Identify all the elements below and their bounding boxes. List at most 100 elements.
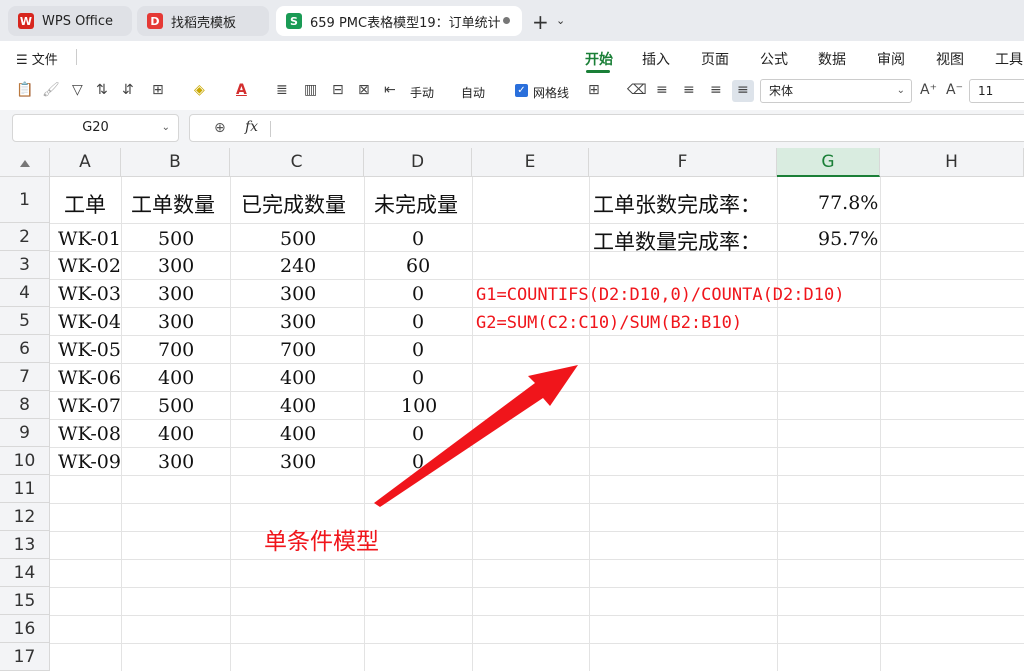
cell-a10[interactable]: WK-09 bbox=[58, 451, 121, 473]
cell-c7[interactable]: 400 bbox=[280, 367, 316, 389]
cell-d3[interactable]: 60 bbox=[406, 255, 430, 277]
cell-f2[interactable]: 工单数量完成率： bbox=[593, 226, 761, 256]
gridlines-checkbox[interactable]: ✓ bbox=[515, 84, 528, 97]
row-header-5[interactable]: 5 bbox=[0, 307, 50, 335]
cell-b6[interactable]: 700 bbox=[158, 339, 194, 361]
tab-insert[interactable]: 插入 bbox=[642, 49, 670, 69]
cell-b9[interactable]: 400 bbox=[158, 423, 194, 445]
align-center-icon[interactable]: ≡ bbox=[683, 82, 695, 98]
decrease-font-icon[interactable]: A⁻ bbox=[946, 82, 963, 98]
new-tab-plus-icon[interactable]: + bbox=[532, 10, 549, 34]
manual-button[interactable]: 手动 bbox=[410, 84, 434, 101]
row-header-4[interactable]: 4 bbox=[0, 279, 50, 307]
cell-b3[interactable]: 300 bbox=[158, 255, 194, 277]
chevron-down-icon[interactable]: ⌄ bbox=[556, 14, 565, 27]
tab-active-spreadsheet[interactable]: S 659 PMC表格模型19：订单统计分 bbox=[276, 6, 522, 36]
tab-home[interactable]: 开始 bbox=[585, 49, 613, 69]
column-header-f[interactable]: F bbox=[589, 148, 777, 177]
row-header-2[interactable]: 2 bbox=[0, 223, 50, 251]
sort-asc-icon[interactable]: ⇅ bbox=[96, 82, 108, 98]
cell-c2[interactable]: 500 bbox=[280, 228, 316, 250]
cell-b4[interactable]: 300 bbox=[158, 283, 194, 305]
cell-b8[interactable]: 500 bbox=[158, 395, 194, 417]
row-header-14[interactable]: 14 bbox=[0, 559, 50, 587]
cell-a4[interactable]: WK-03 bbox=[58, 283, 121, 305]
tab-page[interactable]: 页面 bbox=[701, 49, 729, 69]
tab-data[interactable]: 数据 bbox=[818, 49, 846, 69]
justify-icon[interactable]: ≡ bbox=[737, 82, 749, 98]
cell-c3[interactable]: 240 bbox=[280, 255, 316, 277]
cell-d5[interactable]: 0 bbox=[412, 311, 424, 333]
column-header-g[interactable]: G bbox=[777, 148, 880, 177]
cell-a8[interactable]: WK-07 bbox=[58, 395, 121, 417]
clear-icon[interactable]: ⌫ bbox=[627, 82, 647, 98]
font-size-select[interactable]: 11 bbox=[969, 79, 1024, 103]
cell-a3[interactable]: WK-02 bbox=[58, 255, 121, 277]
cell-b5[interactable]: 300 bbox=[158, 311, 194, 333]
tab-docer-templates[interactable]: D 找稻壳模板 bbox=[137, 6, 269, 36]
cell-f1[interactable]: 工单张数完成率： bbox=[593, 189, 761, 219]
unsaved-dot-icon[interactable] bbox=[503, 17, 510, 24]
cell-a6[interactable]: WK-05 bbox=[58, 339, 121, 361]
row-header-15[interactable]: 15 bbox=[0, 587, 50, 615]
cell-d1[interactable]: 未完成量 bbox=[374, 189, 458, 219]
row-header-6[interactable]: 6 bbox=[0, 335, 50, 363]
row-header-17[interactable]: 17 bbox=[0, 643, 50, 671]
wrap-text-icon[interactable]: ≣ bbox=[276, 82, 288, 98]
format-painter-icon[interactable]: 🖌 bbox=[42, 82, 60, 98]
formula-input[interactable]: ⊕ fx bbox=[189, 114, 1024, 142]
font-family-select[interactable]: 宋体 ⌄ bbox=[760, 79, 912, 103]
cell-c5[interactable]: 300 bbox=[280, 311, 316, 333]
row-header-1[interactable]: 1 bbox=[0, 177, 50, 223]
spreadsheet-grid[interactable]: A B C D E F G H 1 2 3 4 5 6 7 8 9 10 11 … bbox=[0, 148, 1024, 671]
select-all-corner[interactable] bbox=[0, 148, 50, 177]
column-header-b[interactable]: B bbox=[121, 148, 230, 177]
row-header-7[interactable]: 7 bbox=[0, 363, 50, 391]
column-header-h[interactable]: H bbox=[880, 148, 1024, 177]
cell-b1[interactable]: 工单数量 bbox=[131, 189, 215, 219]
row-header-11[interactable]: 11 bbox=[0, 475, 50, 503]
file-menu[interactable]: ☰ 文件 bbox=[16, 49, 58, 68]
cell-c10[interactable]: 300 bbox=[280, 451, 316, 473]
cell-c9[interactable]: 400 bbox=[280, 423, 316, 445]
row-header-9[interactable]: 9 bbox=[0, 419, 50, 447]
tab-wps-office[interactable]: W WPS Office bbox=[8, 6, 132, 36]
name-box[interactable]: G20 ⌄ bbox=[12, 114, 179, 142]
cell-a7[interactable]: WK-06 bbox=[58, 367, 121, 389]
cell-c1[interactable]: 已完成数量 bbox=[241, 189, 346, 219]
border-icon[interactable]: ⊞ bbox=[152, 82, 164, 98]
fill-color-icon[interactable]: ◈ bbox=[194, 82, 205, 98]
cell-g1[interactable]: 77.8% bbox=[818, 192, 878, 214]
column-header-d[interactable]: D bbox=[364, 148, 472, 177]
align-right-icon[interactable]: ≡ bbox=[710, 82, 722, 98]
font-color-icon[interactable]: A bbox=[236, 82, 247, 98]
cell-a9[interactable]: WK-08 bbox=[58, 423, 121, 445]
tab-tools[interactable]: 工具 bbox=[995, 49, 1023, 69]
sort-desc-icon[interactable]: ⇵ bbox=[122, 82, 134, 98]
row-header-13[interactable]: 13 bbox=[0, 531, 50, 559]
zoom-icon[interactable]: ⊕ bbox=[214, 120, 226, 136]
paste-icon[interactable]: 📋 bbox=[16, 82, 33, 98]
auto-button[interactable]: 自动 bbox=[461, 84, 485, 101]
cell-b10[interactable]: 300 bbox=[158, 451, 194, 473]
cell-c6[interactable]: 700 bbox=[280, 339, 316, 361]
insert-cell-icon[interactable]: ⊠ bbox=[358, 82, 370, 98]
filter-icon[interactable]: ▽ bbox=[72, 82, 83, 98]
row-header-3[interactable]: 3 bbox=[0, 251, 50, 279]
merge-icon[interactable]: ▥ bbox=[304, 82, 317, 98]
increase-font-icon[interactable]: A⁺ bbox=[920, 82, 937, 98]
row-header-16[interactable]: 16 bbox=[0, 615, 50, 643]
cell-d2[interactable]: 0 bbox=[412, 228, 424, 250]
cell-g2[interactable]: 95.7% bbox=[818, 228, 878, 250]
align-left-icon[interactable]: ≡ bbox=[656, 82, 668, 98]
cell-a5[interactable]: WK-04 bbox=[58, 311, 121, 333]
table-style-icon[interactable]: ⊞ bbox=[588, 82, 600, 98]
fx-icon[interactable]: fx bbox=[245, 119, 258, 135]
column-header-e[interactable]: E bbox=[472, 148, 589, 177]
cell-d4[interactable]: 0 bbox=[412, 283, 424, 305]
cell-b2[interactable]: 500 bbox=[158, 228, 194, 250]
column-header-a[interactable]: A bbox=[50, 148, 121, 177]
cell-a1[interactable]: 工单 bbox=[64, 189, 106, 219]
tab-review[interactable]: 审阅 bbox=[877, 49, 905, 69]
row-header-12[interactable]: 12 bbox=[0, 503, 50, 531]
